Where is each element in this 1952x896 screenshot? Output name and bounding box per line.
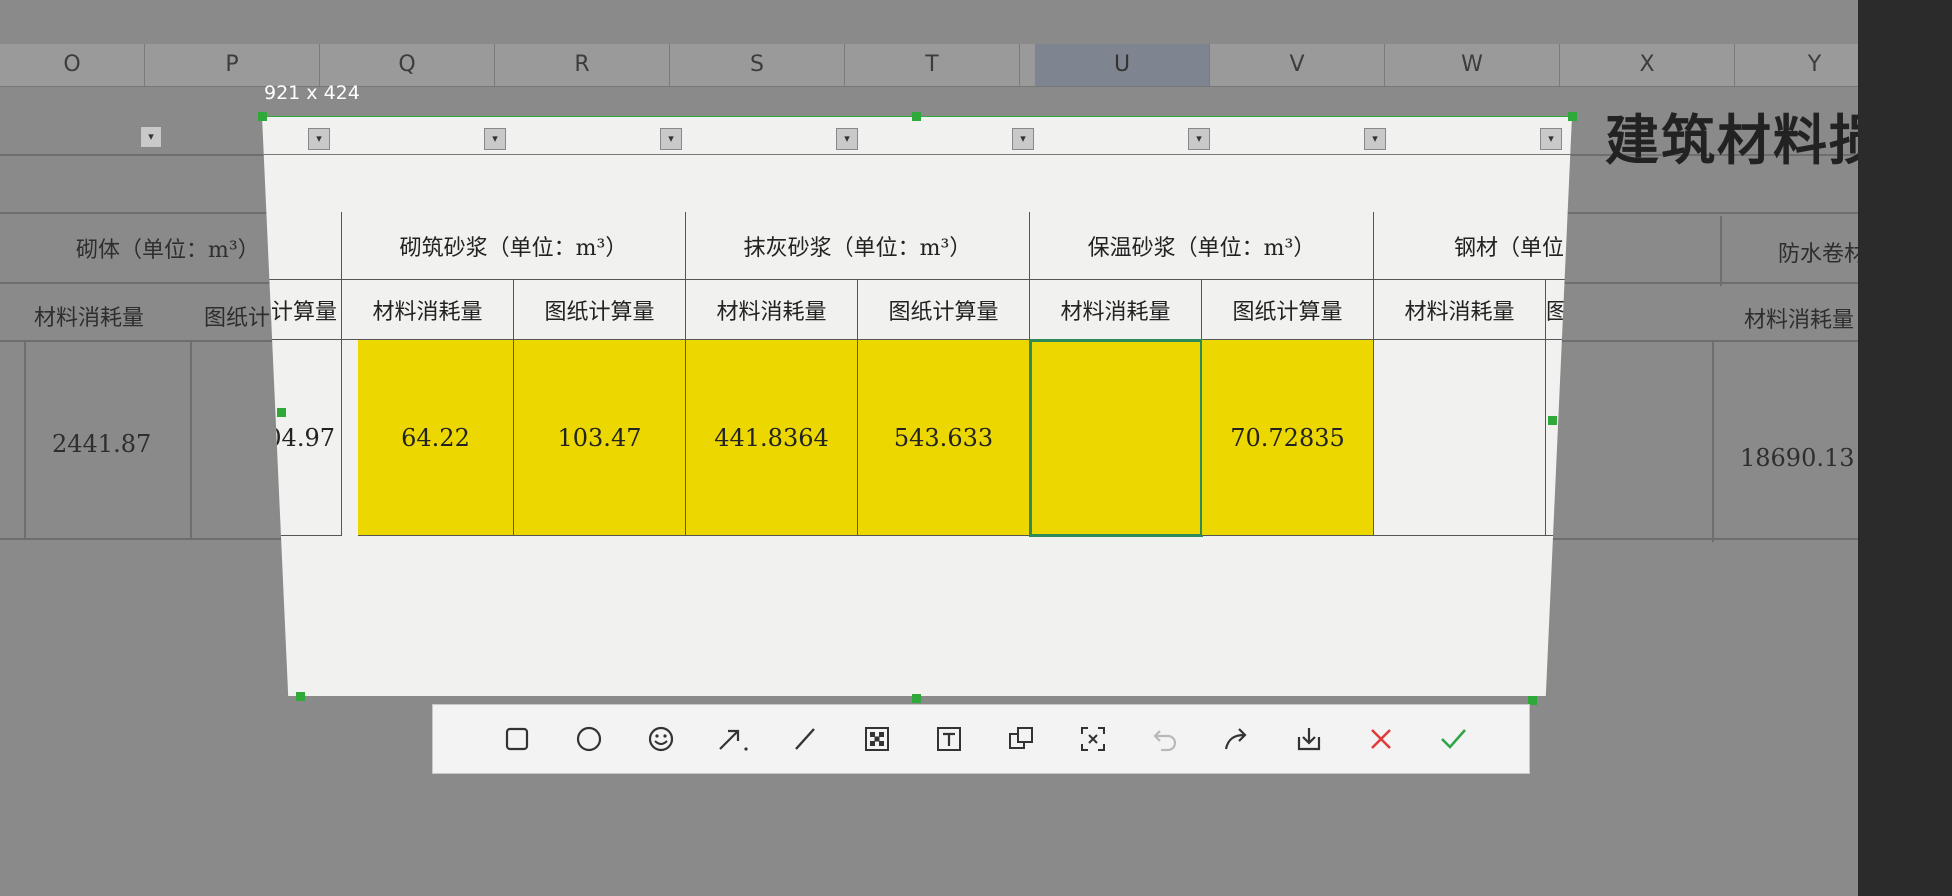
- filter-dropdown-icon[interactable]: ▾: [140, 126, 162, 148]
- rectangle-icon[interactable]: [481, 713, 553, 765]
- resize-handle[interactable]: [258, 112, 267, 121]
- filter-dropdown-icon[interactable]: ▾: [1364, 128, 1386, 150]
- ellipse-icon[interactable]: [553, 713, 625, 765]
- active-value-cell[interactable]: [1029, 339, 1203, 537]
- filter-dropdown-icon[interactable]: ▾: [660, 128, 682, 150]
- column-header-p[interactable]: P: [145, 44, 320, 86]
- filter-dropdown-icon[interactable]: ▾: [836, 128, 858, 150]
- group-header-masonry: 砌体（单位：m³）: [76, 238, 260, 263]
- resize-handle[interactable]: [912, 112, 921, 121]
- filter-dropdown-icon[interactable]: ▾: [308, 128, 330, 150]
- sub-header: 图纸计算量: [262, 280, 342, 340]
- value-cell[interactable]: 441.8364: [686, 340, 858, 536]
- column-divider: [190, 342, 192, 538]
- group-header-steel: 钢材（单位：t）: [1374, 212, 1572, 280]
- emoji-icon[interactable]: [625, 713, 697, 765]
- value-cell[interactable]: 64.22: [358, 340, 514, 536]
- group-header-cell: [262, 212, 342, 280]
- ocr-icon[interactable]: [1057, 713, 1129, 765]
- sub-header: 图纸计算量: [514, 280, 686, 340]
- mosaic-icon[interactable]: [841, 713, 913, 765]
- sub-header: 材料消耗量: [34, 306, 145, 331]
- resize-handle[interactable]: [1568, 112, 1577, 121]
- value-cell[interactable]: 543.633: [858, 340, 1030, 536]
- filter-dropdown-icon[interactable]: ▾: [484, 128, 506, 150]
- text-icon[interactable]: [913, 713, 985, 765]
- column-divider: [24, 342, 26, 538]
- value-cell[interactable]: [1374, 340, 1546, 536]
- value-cell[interactable]: 103.47: [514, 340, 686, 536]
- resize-handle[interactable]: [912, 694, 921, 703]
- pen-icon[interactable]: [769, 713, 841, 765]
- monitor-bezel: [1858, 0, 1952, 896]
- filter-dropdown-icon[interactable]: ▾: [1540, 128, 1562, 150]
- sub-header: 图纸计算量: [1202, 280, 1374, 340]
- group-header-mortar-plaster: 抹灰砂浆（单位：m³）: [686, 212, 1030, 280]
- undo-icon[interactable]: [1129, 713, 1201, 765]
- group-header-mortar-insulation: 保温砂浆（单位：m³）: [1030, 212, 1374, 280]
- sub-header: 材料消耗量: [1374, 280, 1546, 340]
- column-header-u[interactable]: U: [1035, 44, 1210, 86]
- column-header-s[interactable]: S: [670, 44, 845, 86]
- filter-dropdown-icon[interactable]: ▾: [1012, 128, 1034, 150]
- cancel-icon[interactable]: [1345, 713, 1417, 765]
- column-header-q[interactable]: Q: [320, 44, 495, 86]
- capture-toolbar: [432, 704, 1530, 774]
- group-header-mortar-masonry: 砌筑砂浆（单位：m³）: [342, 212, 686, 280]
- resize-handle[interactable]: [277, 408, 286, 417]
- capture-selection[interactable]: ▾ ▾ ▾ ▾ ▾ ▾ ▾ ▾ 砌筑砂浆（单位：m³） 抹灰砂浆（单位：m³） …: [262, 116, 1572, 696]
- save-icon[interactable]: [1273, 713, 1345, 765]
- arrow-icon[interactable]: [697, 713, 769, 765]
- resize-handle[interactable]: [1548, 416, 1557, 425]
- column-divider: [1712, 342, 1714, 542]
- pin-icon[interactable]: [985, 713, 1057, 765]
- row-divider: [262, 154, 1572, 155]
- sub-header: 材料消耗量: [686, 280, 858, 340]
- column-header-o[interactable]: O: [0, 44, 145, 86]
- sub-header: 图纸计算量: [858, 280, 1030, 340]
- column-header-bar: O P Q R S T U V W X Y: [0, 44, 1920, 87]
- resize-handle[interactable]: [296, 692, 305, 701]
- column-header-w[interactable]: W: [1385, 44, 1560, 86]
- value-cell[interactable]: 70.72835: [1202, 340, 1374, 536]
- value-cell[interactable]: 2441.87: [52, 430, 151, 458]
- column-divider: [1720, 216, 1722, 286]
- sub-header: 材料消耗量: [1030, 280, 1202, 340]
- sub-header: 材料消耗量: [342, 280, 514, 340]
- column-header-t[interactable]: T: [845, 44, 1020, 86]
- column-header-v[interactable]: V: [1210, 44, 1385, 86]
- value-cell[interactable]: 18690.13: [1740, 444, 1855, 472]
- sub-header: 材料消耗量: [1744, 308, 1855, 333]
- redo-icon[interactable]: [1201, 713, 1273, 765]
- selection-size-label: 921 x 424: [264, 82, 360, 104]
- column-header-r[interactable]: R: [495, 44, 670, 86]
- confirm-icon[interactable]: [1417, 713, 1489, 765]
- column-header-x[interactable]: X: [1560, 44, 1735, 86]
- filter-dropdown-icon[interactable]: ▾: [1188, 128, 1210, 150]
